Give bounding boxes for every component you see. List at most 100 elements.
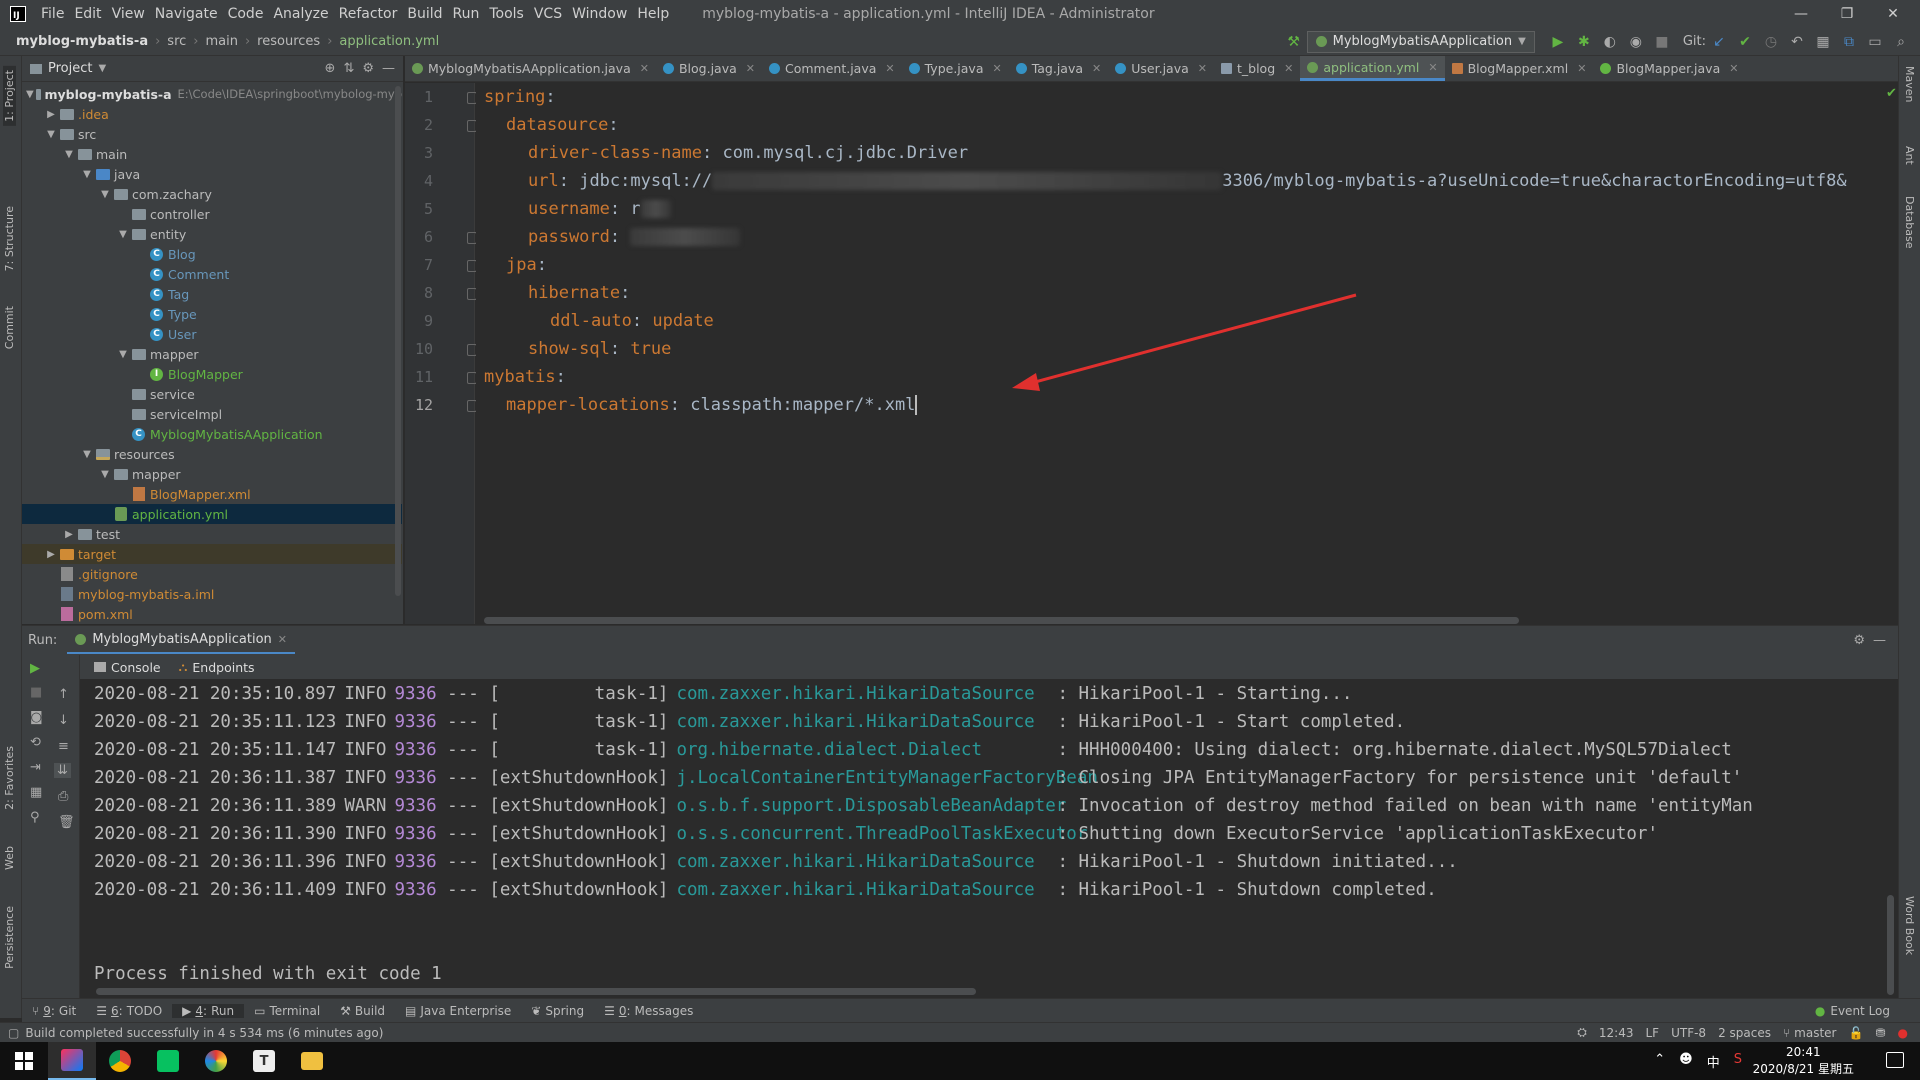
tree-item[interactable]: ▶ target: [22, 544, 402, 564]
status-message[interactable]: Build completed successfully in 4 s 534 …: [25, 1026, 383, 1040]
line-number[interactable]: 2: [405, 116, 433, 134]
tree-item[interactable]: pom.xml: [22, 604, 402, 624]
code-line[interactable]: password:: [484, 223, 741, 251]
run-tab[interactable]: MyblogMybatisAApplication ✕: [67, 628, 296, 654]
ime-indicator[interactable]: 中: [1707, 1052, 1720, 1071]
log-line[interactable]: 2020-08-21 20:36:11.409 INFO 9336 --- [ext…: [94, 876, 1437, 904]
editor-tab[interactable]: BlogMapper.xml ✕: [1445, 56, 1594, 81]
menu-build[interactable]: Build: [402, 6, 447, 22]
menu-help[interactable]: Help: [632, 6, 674, 22]
hide-panel-icon[interactable]: —: [1873, 633, 1898, 648]
tree-item[interactable]: service: [22, 384, 402, 404]
menu-code[interactable]: Code: [223, 6, 269, 22]
windows-start-icon[interactable]: [0, 1042, 48, 1080]
tree-item[interactable]: myblog-mybatis-a.iml: [22, 584, 402, 604]
tree-item[interactable]: C Comment: [22, 264, 402, 284]
locate-icon[interactable]: ⊕: [325, 61, 336, 76]
action-center-icon[interactable]: [1886, 1052, 1904, 1068]
soft-wrap-icon[interactable]: ≡: [58, 739, 69, 754]
debug-icon[interactable]: ✱: [1574, 32, 1594, 52]
chrome-taskbar-icon[interactable]: [96, 1042, 144, 1080]
tool-tab-spring[interactable]: ❦ Spring: [521, 1004, 594, 1018]
tree-item[interactable]: ▼ resources: [22, 444, 402, 464]
sogou-icon[interactable]: S: [1734, 1052, 1742, 1071]
tool-tab-run[interactable]: ▶ 4: Run: [172, 1003, 245, 1018]
chevron-down-icon[interactable]: ▼: [98, 469, 112, 480]
console-vertical-scrollbar[interactable]: [1887, 895, 1894, 995]
tool-tab-favorites[interactable]: 2: Favorites: [3, 746, 16, 810]
scroll-up-icon[interactable]: ↑: [58, 687, 69, 702]
endpoints-tab[interactable]: ⛬ Endpoints: [179, 659, 255, 675]
menu-vcs[interactable]: VCS: [529, 6, 567, 22]
log-line[interactable]: 2020-08-21 20:36:11.389 WARN 9336 --- [ext…: [94, 792, 1753, 820]
clear-all-icon[interactable]: 🗑: [58, 815, 75, 830]
profile-icon[interactable]: ◉: [1626, 32, 1646, 52]
log-line[interactable]: 2020-08-21 20:36:11.396 INFO 9336 --- [ext…: [94, 848, 1458, 876]
tree-item[interactable]: ▶ .idea: [22, 104, 402, 124]
menu-run[interactable]: Run: [448, 6, 485, 22]
coverage-icon[interactable]: ◐: [1600, 32, 1620, 52]
chevron-down-icon[interactable]: ▼: [26, 89, 34, 100]
log-line[interactable]: 2020-08-21 20:36:11.387 INFO 9336 --- [ext…: [94, 764, 1742, 792]
build-hammer-icon[interactable]: ⚒: [1284, 32, 1304, 52]
console-horizontal-scrollbar[interactable]: [96, 988, 976, 995]
print-icon[interactable]: ⎙: [58, 789, 68, 804]
intellij-logo-icon[interactable]: IJ: [10, 6, 26, 22]
code-line[interactable]: driver-class-name: com.mysql.cj.jdbc.Dri…: [484, 139, 968, 167]
chevron-right-icon[interactable]: ▶: [44, 549, 58, 560]
close-tab-icon[interactable]: ✕: [992, 62, 1001, 75]
typora-taskbar-icon[interactable]: T: [240, 1042, 288, 1080]
chevron-down-icon[interactable]: ▼: [80, 449, 94, 460]
tool-tab-build[interactable]: ⚒ Build: [330, 1004, 395, 1018]
menu-analyze[interactable]: Analyze: [268, 6, 333, 22]
tool-tab-messages[interactable]: ☰ 0: Messages: [594, 1004, 703, 1018]
git-rollback-icon[interactable]: ↶: [1787, 32, 1807, 52]
chevron-down-icon[interactable]: ▼: [62, 149, 76, 160]
chevron-right-icon[interactable]: ▶: [62, 529, 76, 540]
menu-view[interactable]: View: [107, 6, 150, 22]
code-line[interactable]: mapper-locations: classpath:mapper/*.xml: [484, 391, 918, 419]
menu-window[interactable]: Window: [567, 6, 632, 22]
line-number[interactable]: 1: [405, 88, 433, 106]
restore-layout-icon[interactable]: ⟲: [30, 735, 41, 750]
code-line[interactable]: url: jdbc:mysql:// 3306/myblog-mybatis-a?…: [484, 167, 1847, 195]
git-commit-icon[interactable]: ✔: [1735, 32, 1755, 52]
tree-item[interactable]: C User: [22, 324, 402, 344]
close-tab-icon[interactable]: ✕: [746, 62, 755, 75]
close-tab-icon[interactable]: ✕: [885, 62, 894, 75]
console-tab[interactable]: Console: [94, 660, 161, 675]
line-number[interactable]: 4: [405, 172, 433, 190]
code-line[interactable]: datasource:: [484, 111, 619, 139]
tree-item[interactable]: ▼ main: [22, 144, 402, 164]
code-line[interactable]: hibernate:: [484, 279, 630, 307]
close-tab-icon[interactable]: ✕: [1428, 61, 1437, 74]
stop-icon[interactable]: ■: [30, 685, 42, 700]
editor-tab[interactable]: MyblogMybatisAApplication.java ✕: [405, 56, 656, 81]
scroll-to-end-icon[interactable]: ⇊: [54, 763, 71, 778]
tree-item[interactable]: ▼ src: [22, 124, 402, 144]
log-line[interactable]: 2020-08-21 20:35:11.147 INFO 9336 --- [ ta…: [94, 736, 1732, 764]
menu-refactor[interactable]: Refactor: [334, 6, 403, 22]
tool-tab-structure[interactable]: 7: Structure: [3, 206, 16, 271]
project-tree-scrollbar[interactable]: [395, 86, 401, 596]
menu-tools[interactable]: Tools: [484, 6, 529, 22]
tool-tab-ant[interactable]: Ant: [1903, 146, 1916, 165]
search-icon[interactable]: ⌕: [1891, 32, 1911, 52]
tool-tab-database[interactable]: Database: [1903, 196, 1916, 249]
breadcrumb-main[interactable]: main: [201, 34, 241, 49]
code-line[interactable]: username: r: [484, 195, 671, 223]
tree-item[interactable]: ▼ java: [22, 164, 402, 184]
close-tab-icon[interactable]: ✕: [278, 633, 287, 646]
power-save-icon[interactable]: ⛭: [1577, 1025, 1587, 1040]
chevron-down-icon[interactable]: ▼: [116, 349, 130, 360]
presentation-icon[interactable]: ▭: [1865, 32, 1885, 52]
editor-tab[interactable]: Type.java ✕: [902, 56, 1009, 81]
layout-icon[interactable]: ▦: [30, 785, 42, 800]
chevron-down-icon[interactable]: ▼: [44, 129, 58, 140]
tree-item[interactable]: C Tag: [22, 284, 402, 304]
editor-tab[interactable]: application.yml ✕: [1300, 56, 1445, 81]
memory-icon[interactable]: ⛃: [1875, 1026, 1885, 1040]
code-line[interactable]: mybatis:: [484, 363, 566, 391]
close-icon[interactable]: ✕: [1870, 0, 1916, 28]
file-explorer-taskbar-icon[interactable]: [288, 1042, 336, 1080]
